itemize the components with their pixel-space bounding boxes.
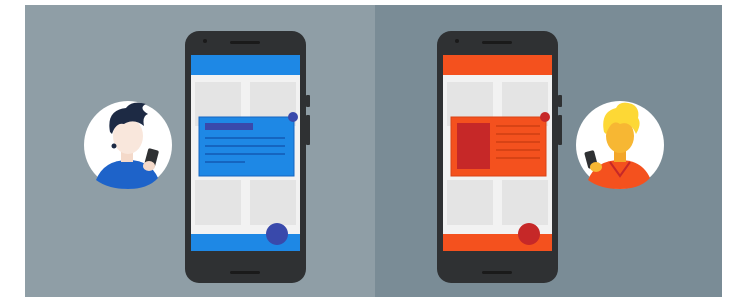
left-panel (25, 5, 375, 297)
left-user-avatar (84, 101, 172, 189)
right-phone (437, 31, 562, 283)
illustration (0, 0, 730, 302)
left-phone (185, 31, 310, 283)
right-user-avatar (576, 101, 664, 189)
right-panel (375, 5, 722, 297)
